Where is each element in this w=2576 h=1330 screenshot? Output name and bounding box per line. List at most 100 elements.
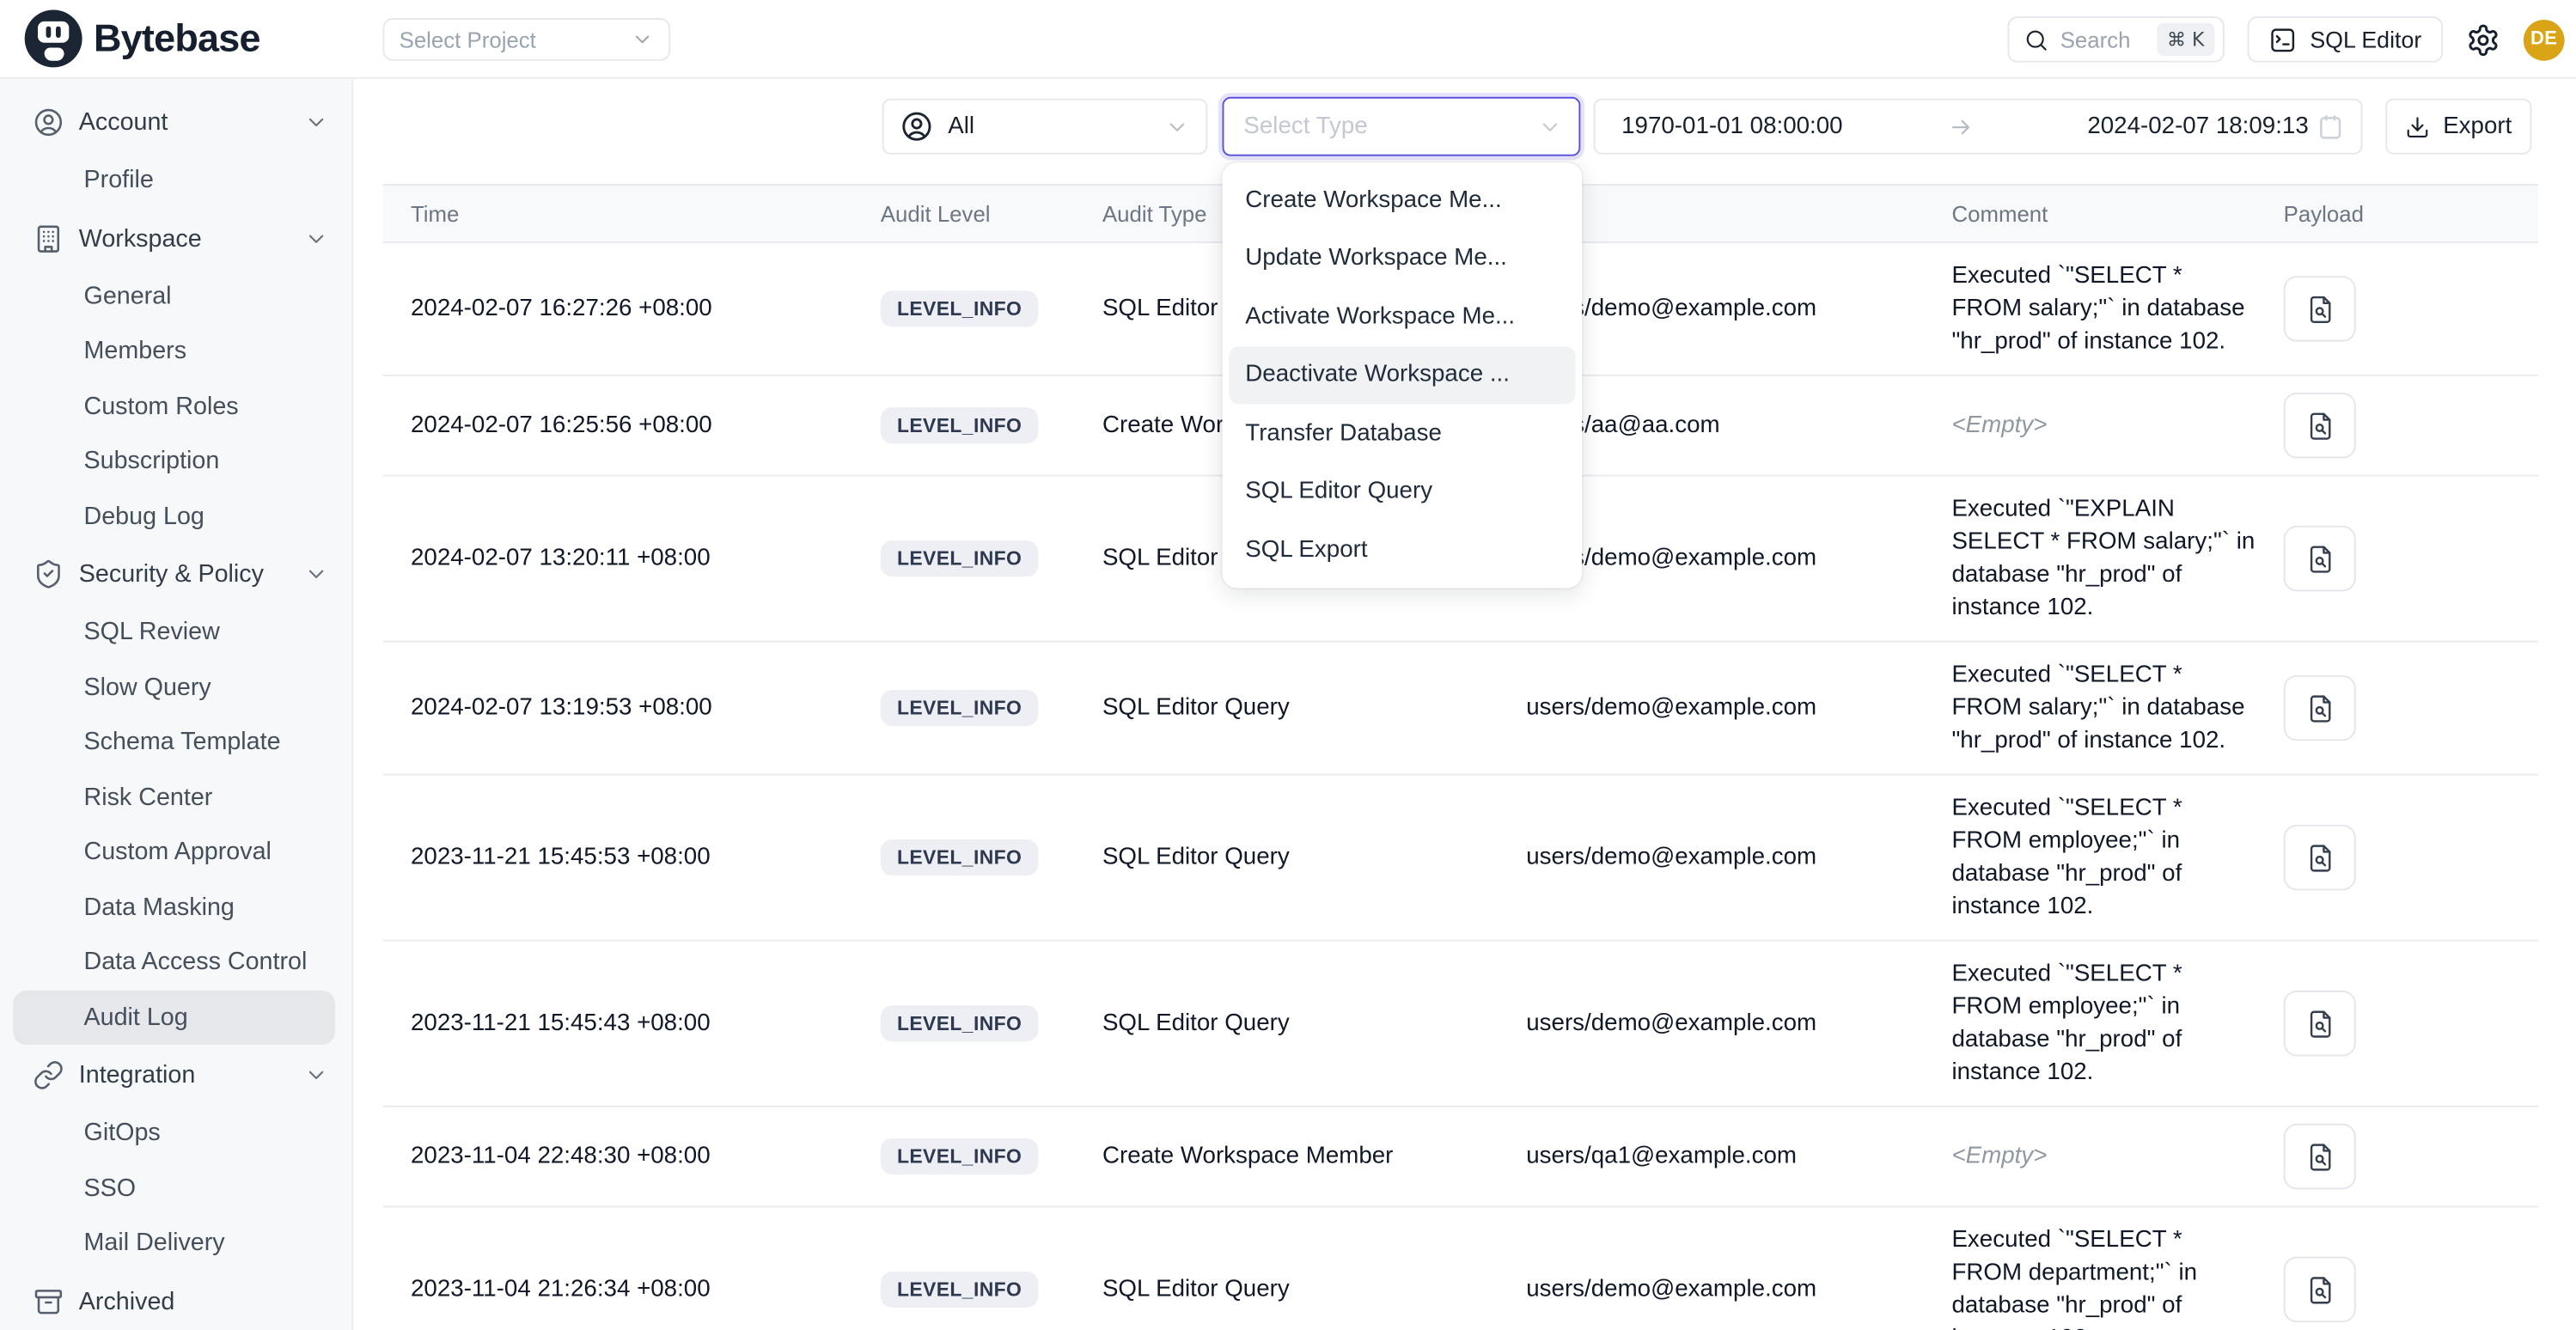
sidebar-item-subscription[interactable]: Subscription xyxy=(13,434,335,489)
sidebar-item-gitops[interactable]: GitOps xyxy=(13,1106,335,1161)
search-box[interactable]: ⌘ K xyxy=(2008,16,2225,63)
sidebar-item-debug-log[interactable]: Debug Log xyxy=(13,489,335,544)
sql-editor-label: SQL Editor xyxy=(2310,27,2421,53)
payload-view-button[interactable] xyxy=(2284,991,2356,1056)
cell-payload xyxy=(2284,808,2538,907)
table-row: 2023-11-21 15:45:43 +08:00LEVEL_INFOSQL … xyxy=(382,942,2538,1107)
column-header-audit-level: Audit Level xyxy=(881,201,1102,226)
sidebar-item-profile[interactable]: Profile xyxy=(13,153,335,208)
payload-view-button[interactable] xyxy=(2284,825,2356,890)
cell-actor: users/demo@example.com xyxy=(1526,994,1951,1053)
payload-view-button[interactable] xyxy=(2284,393,2356,458)
cell-audit-type: SQL Editor Query xyxy=(1102,679,1526,738)
user-avatar[interactable]: DE xyxy=(2524,19,2565,60)
main-content: All Select Type 1970-01-01 08:00:00 2024… xyxy=(353,79,2576,1330)
sidebar-item-audit-log[interactable]: Audit Log xyxy=(13,990,335,1045)
sidebar-item-custom-roles[interactable]: Custom Roles xyxy=(13,379,335,434)
cell-actor: users/demo@example.com xyxy=(1526,529,1951,589)
column-header-actor: Actor xyxy=(1526,201,1951,226)
cell-comment: Executed `"SELECT * FROM department;"` i… xyxy=(1951,1207,2283,1330)
dropdown-option-update-workspace-me[interactable]: Update Workspace Me... xyxy=(1229,229,1575,288)
file-search-icon xyxy=(2304,1008,2335,1039)
cell-payload xyxy=(2284,974,2538,1073)
topbar-right-cluster: ⌘ K SQL Editor DE xyxy=(2008,0,2565,79)
sidebar-item-general[interactable]: General xyxy=(13,269,335,324)
cell-audit-level: LEVEL_INFO xyxy=(881,1122,1102,1191)
archive-icon xyxy=(33,1285,64,1316)
file-search-icon xyxy=(2304,410,2335,441)
dropdown-option-create-workspace-me[interactable]: Create Workspace Me... xyxy=(1229,171,1575,229)
cell-time: 2023-11-21 15:45:53 +08:00 xyxy=(382,828,880,888)
type-filter-placeholder: Select Type xyxy=(1243,113,1537,140)
dropdown-option-activate-workspace-me[interactable]: Activate Workspace Me... xyxy=(1229,288,1575,346)
payload-view-button[interactable] xyxy=(2284,1124,2356,1189)
search-input[interactable] xyxy=(2060,27,2146,52)
comment-text: Executed `"SELECT * FROM salary;"` in da… xyxy=(1951,662,2244,754)
sidebar-group-archived[interactable]: Archived xyxy=(0,1271,351,1330)
sidebar-item-sql-review[interactable]: SQL Review xyxy=(13,605,335,660)
cell-actor: users/aa@aa.com xyxy=(1526,396,1951,455)
brand: Bytebase xyxy=(25,9,260,67)
sidebar-item-mail-delivery[interactable]: Mail Delivery xyxy=(13,1216,335,1271)
search-icon xyxy=(2024,27,2049,52)
cell-audit-level: LEVEL_INFO xyxy=(881,989,1102,1058)
sidebar-group-workspace[interactable]: Workspace xyxy=(0,208,351,269)
table-row: 2023-11-04 22:48:30 +08:00LEVEL_INFOCrea… xyxy=(382,1107,2538,1208)
cell-comment: <Empty> xyxy=(1951,1124,2283,1189)
file-search-icon xyxy=(2304,543,2335,574)
date-range-picker[interactable]: 1970-01-01 08:00:00 2024-02-07 18:09:13 xyxy=(1594,99,2363,155)
cell-payload xyxy=(2284,509,2538,608)
audit-level-badge: LEVEL_INFO xyxy=(881,690,1039,726)
cell-time: 2024-02-07 16:25:56 +08:00 xyxy=(382,396,880,455)
cell-audit-level: LEVEL_INFO xyxy=(881,274,1102,343)
bytebase-app: Bytebase Select Project ⌘ K SQL Editor D… xyxy=(0,0,2576,1330)
chevron-down-icon xyxy=(631,28,654,52)
cell-payload xyxy=(2284,1241,2538,1330)
sidebar-item-risk-center[interactable]: Risk Center xyxy=(13,770,335,825)
type-filter-select[interactable]: Select Type xyxy=(1223,97,1581,156)
cell-actor: users/demo@example.com xyxy=(1526,1260,1951,1319)
payload-view-button[interactable] xyxy=(2284,526,2356,591)
cell-comment: Executed `"SELECT * FROM employee;"` in … xyxy=(1951,775,2283,939)
cell-audit-type: SQL Editor Query xyxy=(1102,828,1526,888)
payload-view-button[interactable] xyxy=(2284,1257,2356,1322)
sidebar-group-integration[interactable]: Integration xyxy=(0,1045,351,1106)
cell-time: 2023-11-04 22:48:30 +08:00 xyxy=(382,1127,880,1187)
dropdown-option-transfer-database[interactable]: Transfer Database xyxy=(1229,404,1575,462)
sidebar-item-data-masking[interactable]: Data Masking xyxy=(13,880,335,935)
search-shortcut-badge: ⌘ K xyxy=(2158,23,2214,56)
payload-view-button[interactable] xyxy=(2284,276,2356,341)
dropdown-option-deactivate-workspace[interactable]: Deactivate Workspace ... xyxy=(1229,345,1575,404)
column-header-comment: Comment xyxy=(1951,201,2283,226)
sidebar-item-data-access-control[interactable]: Data Access Control xyxy=(13,935,335,990)
sidebar-item-schema-template[interactable]: Schema Template xyxy=(13,715,335,770)
sidebar-item-slow-query[interactable]: Slow Query xyxy=(13,660,335,715)
audit-level-badge: LEVEL_INFO xyxy=(881,839,1039,875)
cell-time: 2024-02-07 13:19:53 +08:00 xyxy=(382,679,880,738)
cell-actor: users/demo@example.com xyxy=(1526,679,1951,738)
file-search-icon xyxy=(2304,1274,2335,1305)
comment-text: Executed `"SELECT * FROM department;"` i… xyxy=(1951,1227,2197,1330)
sidebar-group-label: Security & Policy xyxy=(79,560,290,589)
chevron-down-icon xyxy=(1165,114,1190,139)
dropdown-option-sql-export[interactable]: SQL Export xyxy=(1229,521,1575,579)
sidebar-item-sso[interactable]: SSO xyxy=(13,1161,335,1216)
audit-level-badge: LEVEL_INFO xyxy=(881,407,1039,443)
sidebar-group-security-policy[interactable]: Security & Policy xyxy=(0,544,351,605)
dropdown-option-sql-editor-query[interactable]: SQL Editor Query xyxy=(1229,462,1575,521)
arrow-right-icon xyxy=(1843,114,2080,139)
calendar-icon xyxy=(2317,113,2345,141)
sidebar-item-custom-approval[interactable]: Custom Approval xyxy=(13,825,335,880)
export-button[interactable]: Export xyxy=(2385,99,2531,155)
settings-gear-icon[interactable] xyxy=(2466,22,2500,57)
sidebar-group-account[interactable]: Account xyxy=(0,92,351,153)
sql-editor-button[interactable]: SQL Editor xyxy=(2248,16,2443,63)
actor-filter-select[interactable]: All xyxy=(882,99,1208,155)
payload-view-button[interactable] xyxy=(2284,675,2356,741)
chevron-down-icon xyxy=(304,562,329,587)
file-search-icon xyxy=(2304,692,2335,723)
audit-level-badge: LEVEL_INFO xyxy=(881,1005,1039,1041)
sidebar-item-members[interactable]: Members xyxy=(13,324,335,379)
project-select[interactable]: Select Project xyxy=(382,18,670,61)
top-bar: Bytebase Select Project ⌘ K SQL Editor D… xyxy=(0,0,2576,79)
